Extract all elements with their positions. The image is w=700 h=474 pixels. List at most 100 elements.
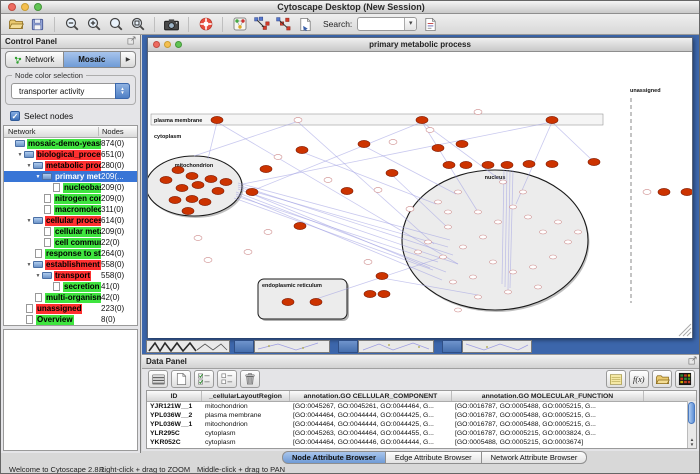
expander-icon[interactable]: ▼: [16, 152, 24, 158]
tree-row-establishment-of-lo[interactable]: ▼establishment of lo558(0): [4, 259, 137, 270]
zoom-selected-button[interactable]: [107, 16, 124, 33]
tab-overflow-button[interactable]: ▶: [121, 51, 136, 68]
formula-builder-button[interactable]: f(x): [629, 370, 649, 388]
expand-network-button[interactable]: [275, 16, 292, 33]
tab-mosaic[interactable]: Mosaic: [64, 51, 122, 68]
table-cell: mitochondrion: [202, 403, 290, 410]
tree-row-metabolic-process[interactable]: ▼metabolic process280(0): [4, 160, 137, 171]
tab-network-attribute-browser[interactable]: Network Attribute Browser: [482, 451, 588, 464]
minimized-window-thumbnail[interactable]: [254, 340, 330, 353]
column-network[interactable]: Network: [4, 127, 99, 136]
zoom-in-button[interactable]: [85, 16, 102, 33]
combobox-stepper-icon[interactable]: ▲▼: [115, 83, 130, 99]
float-panel-icon[interactable]: [127, 36, 136, 47]
status-zoom-hint: Right-click + drag to ZOOM: [99, 465, 190, 474]
minimized-window-thumbnail[interactable]: [462, 340, 532, 353]
vizmapper-button[interactable]: [231, 16, 248, 33]
tab-node-attribute-browser[interactable]: Node Attribute Browser: [282, 451, 386, 464]
folder-icon: [42, 272, 52, 279]
tree-row-unassigned[interactable]: unassigned223(0): [4, 303, 137, 314]
network-window-titlebar[interactable]: primary metabolic process: [148, 38, 692, 52]
search-dropdown-icon[interactable]: ▾: [404, 18, 416, 30]
tree-row-biological-process[interactable]: ▼biological_process651(0): [4, 149, 137, 160]
select-attributes-button[interactable]: [148, 370, 168, 388]
tree-row-transport[interactable]: ▼transport558(0): [4, 270, 137, 281]
float-panel-icon[interactable]: [688, 356, 697, 367]
expander-icon[interactable]: ▼: [25, 163, 33, 169]
network-view-window[interactable]: primary metabolic process plasma membran…: [147, 37, 693, 338]
zoom-fit-button[interactable]: [129, 16, 146, 33]
save-session-button[interactable]: [29, 16, 46, 33]
expander-icon[interactable]: ▼: [25, 262, 33, 268]
column-header[interactable]: ID: [147, 391, 202, 401]
table-row[interactable]: YPL036W__2plasma membrane[GO:0044464, GO…: [147, 411, 696, 420]
minimized-window-thumbnail[interactable]: [358, 340, 434, 353]
new-attribute-button[interactable]: [171, 370, 191, 388]
tree-row-secretion[interactable]: secretion41(0): [4, 281, 137, 292]
table-row[interactable]: YPL036W__1mitochondrion[GO:0044464, GO:0…: [147, 420, 696, 429]
delete-attribute-button[interactable]: [240, 370, 260, 388]
tree-header[interactable]: Network Nodes: [4, 126, 137, 138]
scrollbar-arrows[interactable]: ▲▼: [688, 437, 696, 447]
network-name: response to stimulu: [45, 249, 101, 259]
attribute-table-rows: YJR121W__1mitochondrion[GO:0045267, GO:0…: [147, 402, 696, 449]
first-neighbors-button[interactable]: [253, 16, 270, 33]
snapshot-button[interactable]: [163, 16, 180, 33]
unselect-all-attributes-button[interactable]: [217, 370, 237, 388]
control-panel-title: Control Panel: [5, 37, 57, 46]
tree-row-nucleobase-[interactable]: nucleobase-209(0): [4, 182, 137, 193]
minimized-window-titlebar[interactable]: [234, 340, 254, 353]
open-session-button[interactable]: [7, 16, 24, 33]
tab-edge-attribute-browser[interactable]: Edge Attribute Browser: [386, 451, 482, 464]
tab-network[interactable]: Network: [5, 51, 64, 68]
selected-gene-node: [246, 188, 258, 195]
tree-row-mosaic-demo-yeast[interactable]: mosaic-demo-yeast874(0): [4, 138, 137, 149]
table-row[interactable]: YKR052Ccytoplasm[GO:0044464, GO:0044446,…: [147, 438, 696, 447]
help-button[interactable]: [197, 16, 214, 33]
tree-row-cellular-metabol[interactable]: cellular metabol209(0): [4, 226, 137, 237]
import-attributes-button[interactable]: [652, 370, 672, 388]
window-titlebar[interactable]: Cytoscape Desktop (New Session): [1, 1, 700, 14]
notes-icon: [609, 373, 623, 386]
scrollbar-thumb[interactable]: [688, 402, 695, 424]
column-header[interactable]: _cellularLayoutRegion: [202, 391, 290, 401]
table-row[interactable]: YLR295Ccytoplasm[GO:0045263, GO:0044464,…: [147, 429, 696, 438]
birds-eye-view[interactable]: [3, 329, 138, 451]
expander-icon[interactable]: ▼: [34, 174, 42, 180]
tree-row-cellular-process[interactable]: ▼cellular process614(0): [4, 215, 137, 226]
column-header[interactable]: annotation.GO CELLULAR_COMPONENT: [290, 391, 452, 401]
select-nodes-checkbox[interactable]: ✓: [10, 111, 20, 121]
select-all-attributes-button[interactable]: [194, 370, 214, 388]
notes-button[interactable]: [606, 370, 626, 388]
table-row[interactable]: YJR121W__1mitochondrion[GO:0045267, GO:0…: [147, 402, 696, 411]
attribute-table-header[interactable]: ID_cellularLayoutRegionannotation.GO CEL…: [147, 391, 696, 402]
gene-node: [565, 240, 572, 244]
expander-icon[interactable]: ▼: [25, 218, 33, 224]
column-nodes[interactable]: Nodes: [99, 127, 124, 136]
tree-row-macromolecule[interactable]: macromolecule311(0): [4, 204, 137, 215]
zoom-out-button[interactable]: [63, 16, 80, 33]
selected-gene-node: [658, 188, 670, 195]
tree-row-overview[interactable]: Overview8(0): [4, 314, 137, 325]
table-scrollbar[interactable]: ▲▼: [687, 401, 696, 448]
minimized-window-thumbnail[interactable]: [146, 340, 230, 353]
tree-row-nitrogen-compo[interactable]: nitrogen compo209(0): [4, 193, 137, 204]
function-icon: f(x): [632, 373, 647, 385]
heatmap-button[interactable]: [675, 370, 695, 388]
selected-gene-node: [341, 187, 353, 194]
gene-node: [415, 250, 422, 254]
minimized-window-titlebar[interactable]: [338, 340, 358, 353]
network-canvas[interactable]: plasma membranecytoplasmmitochondrionnuc…: [148, 52, 692, 338]
tree-row-multi-organism-pro[interactable]: multi-organism pro42(0): [4, 292, 137, 303]
column-header[interactable]: annotation.GO MOLECULAR_FUNCTION: [452, 391, 644, 401]
table-row[interactable]: YDR039C__1mitochondrion[GO:0044464, GO:0…: [147, 447, 696, 449]
node-color-combobox[interactable]: transporter activity ▲▼: [11, 83, 130, 99]
search-options-button[interactable]: [422, 16, 439, 33]
tree-row-primary-metabo[interactable]: ▼primary metabo209(...: [4, 171, 137, 182]
minimized-window-titlebar[interactable]: [442, 340, 462, 353]
tree-row-response-to-stimulu[interactable]: response to stimulu264(0): [4, 248, 137, 259]
expander-icon[interactable]: ▼: [34, 273, 42, 279]
tree-row-cell-communicat[interactable]: cell communicat22(0): [4, 237, 137, 248]
annotation-button[interactable]: [297, 16, 314, 33]
search-input[interactable]: ▾: [357, 17, 417, 31]
